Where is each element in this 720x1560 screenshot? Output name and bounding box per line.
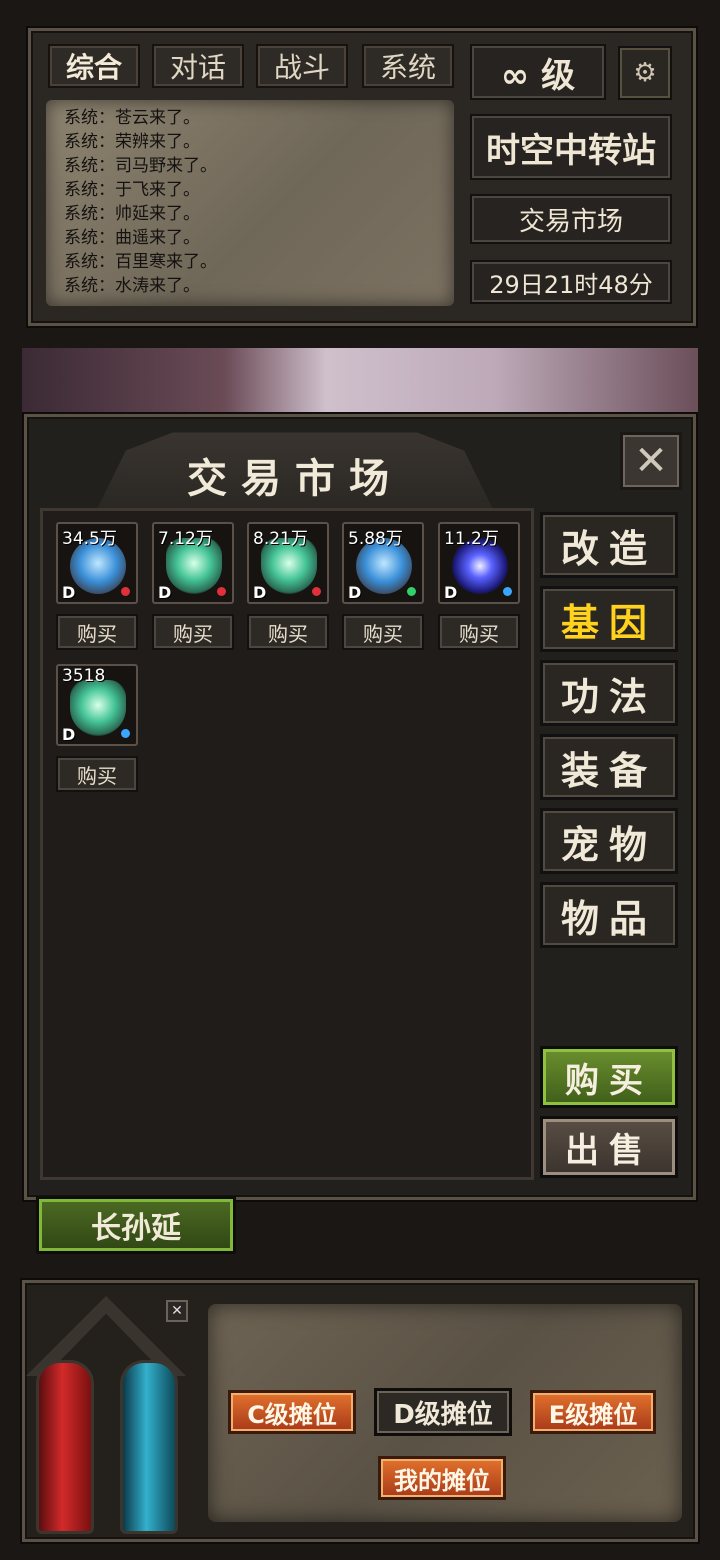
category-pet[interactable]: 宠物 <box>540 808 678 874</box>
chat-log[interactable]: 系统：苍云来了。 系统：荣辨来了。 系统：司马野来了。 系统：于飞来了。 系统：… <box>46 100 454 306</box>
c-stall-button[interactable]: C级摊位 <box>228 1390 356 1434</box>
item-grade: D <box>62 583 76 602</box>
item-price: 8.21万 <box>253 529 308 549</box>
level-display: ∞ 级 <box>470 44 606 100</box>
close-icon[interactable]: ✕ <box>166 1300 188 1322</box>
item-slot[interactable]: 3518 D <box>56 664 138 746</box>
d-stall-button[interactable]: D级摊位 <box>374 1388 512 1436</box>
item-slot[interactable]: 5.88万 D <box>342 522 424 604</box>
gear-icon: ⚙ <box>633 58 657 88</box>
buy-item-button[interactable]: 购买 <box>152 614 234 650</box>
chat-message: 系统：司马野来了。 <box>64 156 217 176</box>
health-gauge <box>36 1360 94 1534</box>
mana-gauge <box>120 1360 178 1534</box>
item-grid <box>40 508 534 1180</box>
category-skill[interactable]: 功法 <box>540 660 678 726</box>
quality-dot-icon <box>503 587 512 596</box>
buy-item-button[interactable]: 购买 <box>56 756 138 792</box>
item-price: 34.5万 <box>62 529 117 549</box>
buy-mode-button[interactable]: 购买 <box>540 1046 678 1108</box>
sell-mode-button[interactable]: 出售 <box>540 1116 678 1178</box>
item-price: 5.88万 <box>348 529 403 549</box>
item-grade: D <box>62 725 76 744</box>
background-scene <box>22 348 698 418</box>
item-slot[interactable]: 7.12万 D <box>152 522 234 604</box>
crystal-icon <box>70 680 126 736</box>
item-slot[interactable]: 34.5万 D <box>56 522 138 604</box>
quality-dot-icon <box>217 587 226 596</box>
chat-message: 系统：苍云来了。 <box>64 108 200 128</box>
close-button[interactable]: ✕ <box>620 432 682 490</box>
quality-dot-icon <box>121 729 130 738</box>
item-price: 7.12万 <box>158 529 213 549</box>
chat-message: 系统：荣辨来了。 <box>64 132 200 152</box>
tab-battle[interactable]: 战斗 <box>256 44 348 88</box>
quality-dot-icon <box>312 587 321 596</box>
item-price: 11.2万 <box>444 529 499 549</box>
item-grade: D <box>253 583 267 602</box>
game-time: 29日21时48分 <box>470 260 672 304</box>
location-button[interactable]: 时空中转站 <box>470 114 672 180</box>
category-item[interactable]: 物品 <box>540 882 678 948</box>
chat-message: 系统：水涛来了。 <box>64 276 200 296</box>
chat-message: 系统：曲遥来了。 <box>64 228 200 248</box>
buy-item-button[interactable]: 购买 <box>247 614 329 650</box>
item-grade: D <box>444 583 458 602</box>
item-grade: D <box>348 583 362 602</box>
item-slot[interactable]: 8.21万 D <box>247 522 329 604</box>
quality-dot-icon <box>121 587 130 596</box>
settings-button[interactable]: ⚙ <box>618 46 672 100</box>
tab-general[interactable]: 综合 <box>48 44 140 88</box>
tab-system[interactable]: 系统 <box>362 44 454 88</box>
item-slot[interactable]: 11.2万 D <box>438 522 520 604</box>
category-gene[interactable]: 基因 <box>540 586 678 652</box>
e-stall-button[interactable]: E级摊位 <box>530 1390 656 1434</box>
dialog-title: 交易市场 <box>187 456 403 502</box>
market-button[interactable]: 交易市场 <box>470 194 672 244</box>
close-icon: ✕ <box>634 438 668 484</box>
chat-message: 系统：于飞来了。 <box>64 180 200 200</box>
quality-dot-icon <box>407 587 416 596</box>
tab-dialogue[interactable]: 对话 <box>152 44 244 88</box>
buy-item-button[interactable]: 购买 <box>342 614 424 650</box>
player-name-button[interactable]: 长孙延 <box>36 1196 236 1254</box>
item-price: 3518 <box>62 666 106 686</box>
my-stall-button[interactable]: 我的摊位 <box>378 1456 506 1500</box>
category-equipment[interactable]: 装备 <box>540 734 678 800</box>
chat-message: 系统：帅延来了。 <box>64 204 200 224</box>
buy-item-button[interactable]: 购买 <box>438 614 520 650</box>
buy-item-button[interactable]: 购买 <box>56 614 138 650</box>
category-modify[interactable]: 改造 <box>540 512 678 578</box>
chat-message: 系统：百里寒来了。 <box>64 252 217 272</box>
item-grade: D <box>158 583 172 602</box>
